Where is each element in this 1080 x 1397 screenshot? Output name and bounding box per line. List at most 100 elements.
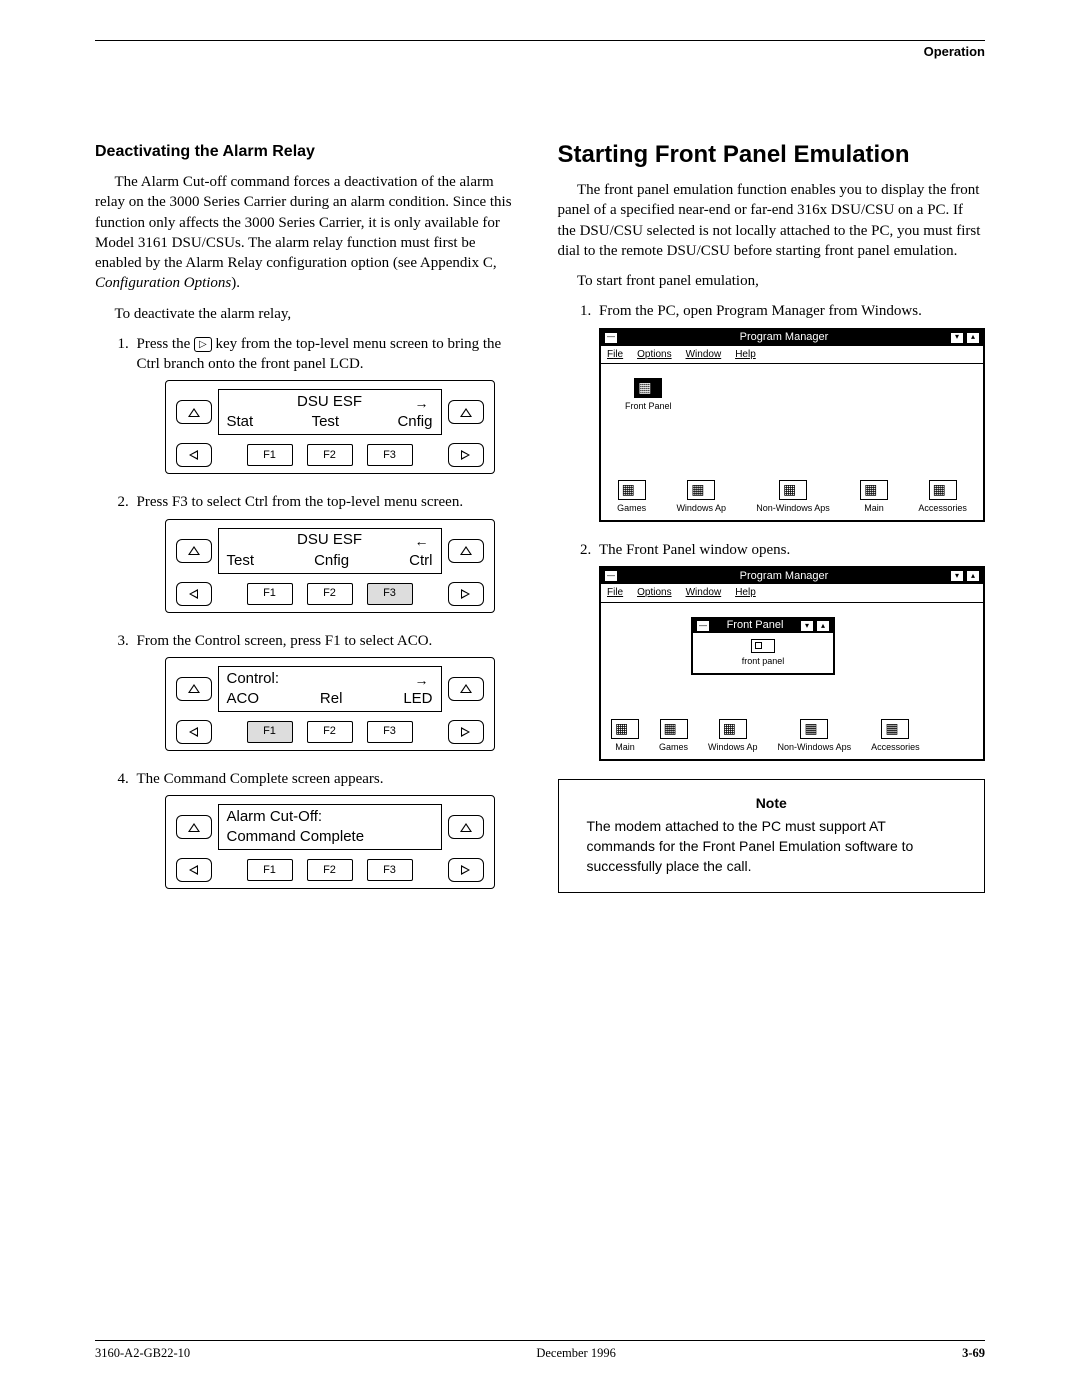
right-arrow-icon: →	[415, 671, 429, 690]
fkey-row: F1 F2 F3	[218, 444, 442, 466]
right-button[interactable]	[448, 858, 484, 882]
minimize-icon[interactable]: ▾	[950, 570, 964, 582]
pm-menubar: File Options Window Help	[601, 346, 983, 365]
sub-maximize-icon[interactable]: ▴	[816, 620, 830, 632]
f2-key[interactable]: F2	[307, 721, 353, 743]
system-menu-icon[interactable]: —	[604, 332, 618, 344]
device-icon[interactable]	[751, 639, 775, 653]
note-title: Note	[587, 794, 957, 814]
lcd-2: DSU ESF← TestCnfigCtrl F1 F2 F3	[165, 519, 495, 613]
f3-key-selected[interactable]: F3	[367, 583, 413, 605]
right-button[interactable]	[448, 720, 484, 744]
f2-key[interactable]: F2	[307, 444, 353, 466]
left-steps: Press the ▷ key from the top-level menu …	[95, 334, 523, 889]
pm-titlebar: — Program Manager ▾ ▴	[601, 330, 983, 346]
left-button[interactable]	[176, 582, 212, 606]
left-step-1: Press the ▷ key from the top-level menu …	[133, 334, 523, 475]
f1-key[interactable]: F1	[247, 859, 293, 881]
right-button[interactable]	[448, 582, 484, 606]
maximize-icon[interactable]: ▴	[966, 332, 980, 344]
fkey-row: F1 F2 F3	[218, 859, 442, 881]
lead-in: To deactivate the alarm relay,	[95, 304, 523, 324]
accessories-icon[interactable]: Accessories	[918, 480, 967, 514]
right-arrow-icon: →	[415, 394, 429, 413]
right-step-2: The Front Panel window opens. — Program …	[595, 540, 985, 761]
up-button-2[interactable]	[448, 677, 484, 701]
menu-file[interactable]: File	[607, 586, 623, 600]
windows-apps-icon[interactable]: Windows Ap	[708, 719, 758, 753]
section-name: Operation	[924, 43, 985, 61]
right-step-1: From the PC, open Program Manager from W…	[595, 301, 985, 522]
fkey-row: F1 F2 F3	[218, 583, 442, 605]
f1-key-selected[interactable]: F1	[247, 721, 293, 743]
f2-key[interactable]: F2	[307, 859, 353, 881]
right-intro: The front panel emulation function enabl…	[558, 180, 986, 261]
right-arrow-key-icon: ▷	[194, 337, 212, 353]
left-button[interactable]	[176, 720, 212, 744]
right-button[interactable]	[448, 443, 484, 467]
top-rule	[95, 40, 985, 41]
menu-window[interactable]: Window	[686, 348, 722, 362]
menu-options[interactable]: Options	[637, 586, 671, 600]
sub-system-menu-icon[interactable]: —	[696, 620, 710, 632]
lcd-1: DSU ESF→ StatTestCnfig F1 F2 F3	[165, 380, 495, 474]
running-head: Operation	[95, 43, 985, 61]
games-icon[interactable]: Games	[659, 719, 688, 753]
pm-body: Front Panel Games Windows Ap Non-Windows…	[601, 364, 983, 520]
f2-key[interactable]: F2	[307, 583, 353, 605]
f3-key[interactable]: F3	[367, 859, 413, 881]
lcd-4-screen: Alarm Cut-Off: Command Complete	[218, 804, 442, 850]
left-button[interactable]	[176, 858, 212, 882]
left-button[interactable]	[176, 443, 212, 467]
non-windows-apps-icon[interactable]: Non-Windows Aps	[756, 480, 830, 514]
two-column-body: Deactivating the Alarm Relay The Alarm C…	[95, 141, 985, 908]
menu-window[interactable]: Window	[686, 586, 722, 600]
menu-help[interactable]: Help	[735, 586, 756, 600]
windows-apps-icon[interactable]: Windows Ap	[676, 480, 726, 514]
up-button-2[interactable]	[448, 400, 484, 424]
sub-minimize-icon[interactable]: ▾	[800, 620, 814, 632]
f3-key[interactable]: F3	[367, 444, 413, 466]
up-button[interactable]	[176, 677, 212, 701]
page-number: 3-69	[962, 1345, 985, 1362]
h1-title: Starting Front Panel Emulation	[558, 141, 986, 169]
f1-key[interactable]: F1	[247, 444, 293, 466]
intro-paragraph: The Alarm Cut-off command forces a deact…	[95, 172, 523, 294]
lcd-3-screen: Control:→ ACORelLED	[218, 666, 442, 712]
up-button-2[interactable]	[448, 815, 484, 839]
left-step-4: The Command Complete screen appears. Ala…	[133, 769, 523, 889]
system-menu-icon[interactable]: —	[604, 570, 618, 582]
footer: 3160-A2-GB22-10 December 1996 3-69	[95, 1340, 985, 1362]
lcd-2-screen: DSU ESF← TestCnfigCtrl	[218, 528, 442, 574]
note-box: Note The modem attached to the PC must s…	[558, 779, 986, 893]
pm-titlebar: — Program Manager ▾ ▴	[601, 568, 983, 584]
fkey-row: F1 F2 F3	[218, 721, 442, 743]
program-manager-1: — Program Manager ▾ ▴ File Options Windo…	[599, 328, 985, 523]
menu-options[interactable]: Options	[637, 348, 671, 362]
front-panel-window[interactable]: — Front Panel ▾ ▴ front panel	[691, 617, 835, 675]
maximize-icon[interactable]: ▴	[966, 570, 980, 582]
program-manager-2: — Program Manager ▾ ▴ File Options Windo…	[599, 566, 985, 761]
lcd-1-screen: DSU ESF→ StatTestCnfig	[218, 389, 442, 435]
up-button[interactable]	[176, 815, 212, 839]
menu-file[interactable]: File	[607, 348, 623, 362]
up-button[interactable]	[176, 539, 212, 563]
bottom-rule	[95, 1340, 985, 1341]
doc-id: 3160-A2-GB22-10	[95, 1345, 190, 1362]
f1-key[interactable]: F1	[247, 583, 293, 605]
menu-help[interactable]: Help	[735, 348, 756, 362]
up-button-2[interactable]	[448, 539, 484, 563]
section-title: Deactivating the Alarm Relay	[95, 141, 523, 163]
up-button[interactable]	[176, 400, 212, 424]
main-icon[interactable]: Main	[860, 480, 888, 514]
main-icon[interactable]: Main	[611, 719, 639, 753]
games-icon[interactable]: Games	[617, 480, 646, 514]
f3-key[interactable]: F3	[367, 721, 413, 743]
non-windows-apps-icon[interactable]: Non-Windows Aps	[778, 719, 852, 753]
accessories-icon[interactable]: Accessories	[871, 719, 920, 753]
minimize-icon[interactable]: ▾	[950, 332, 964, 344]
left-step-2: Press F3 to select Ctrl from the top-lev…	[133, 492, 523, 612]
front-panel-group-icon[interactable]: Front Panel	[625, 378, 672, 412]
lcd-4: Alarm Cut-Off: Command Complete F1 F2 F3	[165, 795, 495, 889]
left-arrow-icon: ←	[415, 532, 429, 551]
